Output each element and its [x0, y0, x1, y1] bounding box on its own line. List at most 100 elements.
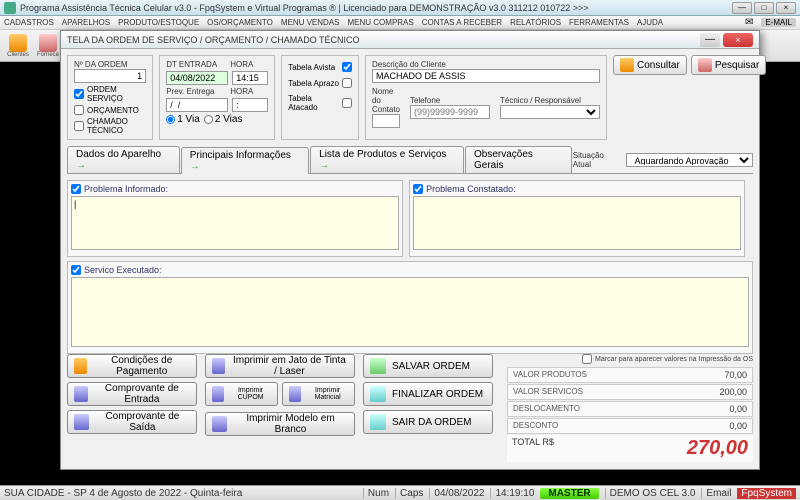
- email-label[interactable]: E-MAIL: [761, 18, 796, 27]
- people-icon: [9, 34, 27, 52]
- printer-icon: [74, 414, 89, 430]
- group-cliente: Descrição do Cliente Nome do Contato Tel…: [365, 55, 607, 140]
- pesquisar-button[interactable]: Pesquisar: [691, 55, 766, 75]
- chk-prob-informado[interactable]: [71, 184, 81, 194]
- menu-compras[interactable]: MENU COMPRAS: [348, 18, 414, 27]
- chk-avista[interactable]: [342, 62, 352, 72]
- prev-date-input[interactable]: [166, 98, 228, 112]
- arrow-icon: →: [319, 160, 329, 171]
- order-dialog: TELA DA ORDEM DE SERVIÇO / ORÇAMENTO / C…: [60, 30, 760, 470]
- situacao-select[interactable]: Aguardando Aprovação: [626, 153, 753, 167]
- chk-chamado[interactable]: [74, 121, 84, 131]
- printer-icon: [212, 416, 227, 432]
- totals-panel: Marcar para aparecer valores na Impressã…: [507, 354, 753, 463]
- status-time: 14:19:10: [490, 488, 534, 499]
- chk-prob-constatado[interactable]: [413, 184, 423, 194]
- panel-servico-executado: Servico Executado:: [67, 261, 753, 354]
- menu-cadastros[interactable]: CADASTROS: [4, 18, 54, 27]
- btn-imprimir-jato[interactable]: Imprimir em Jato de Tinta / Laser: [205, 354, 355, 378]
- ta-problema-constatado[interactable]: [413, 196, 741, 250]
- ordem-input[interactable]: [74, 69, 146, 83]
- dialog-titlebar: TELA DA ORDEM DE SERVIÇO / ORÇAMENTO / C…: [61, 31, 759, 49]
- mail-icon: ✉: [745, 17, 753, 28]
- tool-clientes[interactable]: Clientes: [4, 32, 32, 60]
- entrada-hora-input[interactable]: [232, 71, 268, 85]
- status-caps: Caps: [395, 488, 423, 499]
- dialog-close-button[interactable]: ×: [723, 33, 753, 47]
- btn-comp-entrada[interactable]: Comprovante de Entrada: [67, 382, 197, 406]
- arrow-icon: →: [190, 161, 200, 172]
- group-search-buttons: Consultar Pesquisar: [613, 55, 753, 140]
- valor-servicos: 200,00: [719, 387, 747, 397]
- status-demo: DEMO OS CEL 3.0: [605, 488, 696, 499]
- entrada-date-input[interactable]: [166, 71, 228, 85]
- menu-ajuda[interactable]: AJUDA: [637, 18, 663, 27]
- btn-modelo-branco[interactable]: Imprimir Modelo em Branco: [205, 412, 355, 436]
- chk-ordem-servico[interactable]: [74, 89, 84, 99]
- dialog-minimize-button[interactable]: —: [700, 33, 720, 47]
- app-icon: [4, 2, 16, 14]
- btn-comp-saida[interactable]: Comprovante de Saída: [67, 410, 197, 434]
- tab-dados-aparelho[interactable]: Dados do Aparelho →: [67, 146, 180, 173]
- menu-relatorios[interactable]: RELATÓRIOS: [510, 18, 561, 27]
- menu-os[interactable]: OS/ORÇAMENTO: [207, 18, 273, 27]
- valor-total: 270,00: [687, 437, 748, 460]
- chk-orcamento[interactable]: [74, 105, 84, 115]
- btn-matricial[interactable]: Imprimir Matricial: [282, 382, 355, 406]
- menu-contas[interactable]: CONTAS A RECEBER: [422, 18, 502, 27]
- exit-icon: [370, 414, 386, 430]
- valor-produtos: 70,00: [724, 370, 747, 380]
- status-fpq[interactable]: FpqSystem: [737, 488, 796, 499]
- printer-icon: [74, 386, 88, 402]
- chk-marcar-valores[interactable]: [582, 354, 592, 364]
- receipt-icon: [212, 386, 224, 402]
- menu-ferramentas[interactable]: FERRAMENTAS: [569, 18, 629, 27]
- radio-1via[interactable]: [166, 115, 175, 124]
- minimize-button[interactable]: —: [732, 2, 752, 14]
- ordem-label: Nº DA ORDEM: [74, 60, 146, 69]
- chk-servico-exec[interactable]: [71, 265, 81, 275]
- app-titlebar: Programa Assistência Técnica Celular v3.…: [0, 0, 800, 16]
- ta-problema-informado[interactable]: |: [71, 196, 399, 250]
- btn-salvar-ordem[interactable]: SALVAR ORDEM: [363, 354, 493, 378]
- maximize-button[interactable]: □: [754, 2, 774, 14]
- btn-finalizar-ordem[interactable]: FINALIZAR ORDEM: [363, 382, 493, 406]
- btn-sair-ordem[interactable]: SAIR DA ORDEM: [363, 410, 493, 434]
- dialog-title: TELA DA ORDEM DE SERVIÇO / ORÇAMENTO / C…: [67, 35, 700, 45]
- status-email[interactable]: Email: [701, 488, 731, 499]
- tab-lista-produtos[interactable]: Lista de Produtos e Serviços →: [310, 146, 464, 173]
- tool-fornece[interactable]: Fornece: [34, 32, 62, 60]
- contato-input[interactable]: [372, 114, 400, 128]
- menu-aparelhos[interactable]: APARELHOS: [62, 18, 110, 27]
- chk-atacado[interactable]: [342, 98, 352, 108]
- coin-icon: [74, 358, 87, 374]
- printer-icon: [212, 358, 225, 374]
- find-icon: [698, 58, 712, 72]
- status-date: 04/08/2022: [429, 488, 484, 499]
- menu-vendas[interactable]: MENU VENDAS: [281, 18, 340, 27]
- tab-observacoes[interactable]: Observações Gerais: [465, 146, 572, 173]
- chk-aprazo[interactable]: [342, 78, 352, 88]
- panel-problema-constatado: Problema Constatado:: [409, 180, 745, 257]
- ta-servico-executado[interactable]: [71, 277, 749, 347]
- status-local: SUA CIDADE - SP 4 de Agosto de 2022 - Qu…: [4, 488, 242, 499]
- search-icon: [620, 58, 634, 72]
- close-button[interactable]: ×: [776, 2, 796, 14]
- tecnico-select[interactable]: [500, 105, 600, 119]
- arrow-icon: →: [76, 160, 86, 171]
- group-datas: DT ENTRADAHORA Prev. EntregaHORA 1 Via 2…: [159, 55, 275, 140]
- panel-problema-informado: Problema Informado: |: [67, 180, 403, 257]
- btn-cupom[interactable]: Imprimir CUPOM: [205, 382, 278, 406]
- supplier-icon: [39, 34, 57, 52]
- consultar-button[interactable]: Consultar: [613, 55, 687, 75]
- cliente-input[interactable]: [372, 69, 600, 83]
- tab-principais-info[interactable]: Principais Informações →: [181, 147, 309, 174]
- radio-2vias[interactable]: [204, 115, 213, 124]
- telefone-input[interactable]: [410, 105, 490, 119]
- btn-condicoes[interactable]: Condições de Pagamento: [67, 354, 197, 378]
- printer-icon: [289, 386, 301, 402]
- group-ordem: Nº DA ORDEM ORDEM SERVIÇO ORÇAMENTO CHAM…: [67, 55, 153, 140]
- prev-hora-input[interactable]: [232, 98, 268, 112]
- flag-icon: [370, 386, 386, 402]
- menu-produto[interactable]: PRODUTO/ESTOQUE: [118, 18, 199, 27]
